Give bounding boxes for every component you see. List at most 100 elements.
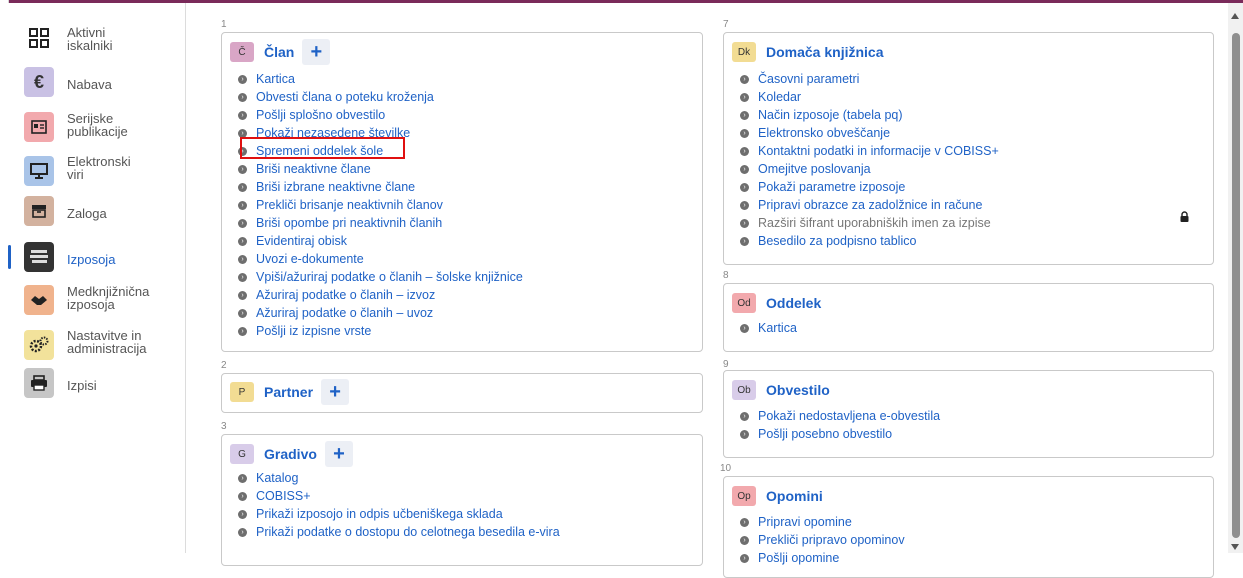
sidebar-item-medknjiznicna-izposoja[interactable]: Medknjižnična izposoja bbox=[8, 282, 184, 320]
menu-item[interactable]: › Kartica bbox=[238, 70, 523, 88]
sidebar-item-elektronski-viri[interactable]: Elektronski viri bbox=[8, 153, 184, 191]
chevron-circle-icon: › bbox=[238, 473, 247, 483]
menu-item[interactable]: › Briši izbrane neaktivne člane bbox=[238, 178, 523, 196]
chevron-circle-icon: › bbox=[740, 236, 749, 246]
menu-item[interactable]: › Pokaži nedostavljena e-obvestila bbox=[740, 407, 940, 425]
chevron-circle-icon: › bbox=[238, 110, 247, 120]
menu-item[interactable]: › Pošlji opomine bbox=[740, 549, 905, 567]
menu-item[interactable]: › Prikaži izposojo in odpis učbeniškega s… bbox=[238, 505, 560, 523]
card-header: G Gradivo + bbox=[230, 441, 353, 467]
menu-item-label: Razširi šifrant uporabniških imen za izp… bbox=[758, 216, 991, 230]
printer-icon bbox=[24, 368, 54, 398]
section-number: 8 bbox=[723, 270, 729, 281]
menu-item[interactable]: › Kartica bbox=[740, 319, 797, 337]
menu-item[interactable]: › Pošlji iz izpisne vrste bbox=[238, 322, 523, 340]
scroll-down-icon[interactable] bbox=[1231, 544, 1239, 550]
menu-item[interactable]: › Omejitve poslovanja bbox=[740, 160, 999, 178]
menu-item[interactable]: › Časovni parametri bbox=[740, 70, 999, 88]
menu-item-label: Prekliči pripravo opominov bbox=[758, 533, 905, 547]
add-clan-button[interactable]: + bbox=[302, 39, 331, 65]
vertical-scrollbar[interactable] bbox=[1228, 3, 1243, 553]
scroll-up-icon[interactable] bbox=[1231, 13, 1239, 19]
chevron-circle-icon: › bbox=[238, 290, 247, 300]
grid-icon bbox=[24, 23, 54, 53]
menu-item[interactable]: › Briši opombe pri neaktivnih članih bbox=[238, 214, 523, 232]
menu-item[interactable]: › COBISS+ bbox=[238, 487, 560, 505]
card-title-link[interactable]: Oddelek bbox=[766, 295, 821, 311]
section-number: 2 bbox=[221, 360, 227, 371]
menu-item-label: Pošlji posebno obvestilo bbox=[758, 427, 893, 441]
menu-item[interactable]: › Prekliči brisanje neaktivnih članov bbox=[238, 196, 523, 214]
menu-item[interactable]: › Razširi šifrant uporabniških imen za iz… bbox=[740, 214, 999, 232]
card-title-link[interactable]: Domača knjižnica bbox=[766, 44, 884, 60]
card-title-link[interactable]: Obvestilo bbox=[766, 382, 830, 398]
chevron-circle-icon: › bbox=[740, 146, 749, 156]
card-partner: P Partner + bbox=[221, 373, 703, 413]
card-items: › Časovni parametri › Koledar › Način izposoj… bbox=[740, 70, 999, 250]
sidebar-item-serijske-publikacije[interactable]: Serijske publikacije bbox=[8, 107, 184, 145]
scrollbar-thumb[interactable] bbox=[1232, 33, 1240, 538]
sidebar-item-zaloga[interactable]: Zaloga bbox=[8, 196, 184, 234]
menu-item[interactable]: › Katalog bbox=[238, 469, 560, 487]
menu-item[interactable]: › Pripravi opomine bbox=[740, 513, 905, 531]
menu-item-label: Besedilo za podpisno tablico bbox=[758, 234, 917, 248]
chevron-circle-icon: › bbox=[238, 164, 247, 174]
menu-item[interactable]: › Besedilo za podpisno tablico bbox=[740, 232, 999, 250]
menu-item[interactable]: › Uvozi e-dokumente bbox=[238, 250, 523, 268]
chevron-circle-icon: › bbox=[740, 200, 749, 210]
add-partner-button[interactable]: + bbox=[321, 379, 350, 405]
chevron-circle-icon: › bbox=[238, 254, 247, 264]
chevron-circle-icon: › bbox=[740, 323, 749, 333]
menu-item-label: Vpiši/ažuriraj podatke o članih – šolske… bbox=[256, 270, 523, 284]
menu-item[interactable]: › Način izposoje (tabela pq) bbox=[740, 106, 999, 124]
chevron-circle-icon: › bbox=[740, 110, 749, 120]
chevron-circle-icon: › bbox=[238, 527, 247, 537]
menu-item[interactable]: › Pripravi obrazce za zadolžnice in račun… bbox=[740, 196, 999, 214]
menu-item[interactable]: › Pokaži parametre izposoje bbox=[740, 178, 999, 196]
menu-item-label: Pokaži nedostavljena e-obvestila bbox=[758, 409, 941, 423]
menu-item-label: Pošlji iz izpisne vrste bbox=[256, 324, 372, 338]
chevron-circle-icon: › bbox=[238, 74, 247, 84]
sidebar-item-label: Nastavitve in administracija bbox=[67, 328, 147, 356]
card-title-link[interactable]: Član bbox=[264, 44, 294, 60]
sidebar-item-aktivni-iskalniki[interactable]: Aktivni iskalniki bbox=[8, 23, 184, 61]
menu-item[interactable]: › Pošlji posebno obvestilo bbox=[740, 425, 940, 443]
chevron-circle-icon: › bbox=[238, 272, 247, 282]
menu-item-label: Obvesti člana o poteku kroženja bbox=[256, 90, 434, 104]
sidebar: Aktivni iskalniki € Nabava Serijske publik… bbox=[8, 3, 186, 553]
menu-item[interactable]: › Ažuriraj podatke o članih – izvoz bbox=[238, 286, 523, 304]
card-title-link[interactable]: Gradivo bbox=[264, 446, 317, 462]
sidebar-item-nastavitve[interactable]: Nastavitve in administracija bbox=[8, 325, 184, 363]
card-badge: G bbox=[230, 444, 254, 464]
card-items: › Pripravi opomine › Prekliči pripravo opom… bbox=[740, 513, 905, 567]
add-gradivo-button[interactable]: + bbox=[324, 441, 353, 467]
sidebar-item-izpisi[interactable]: Izpisi bbox=[8, 368, 184, 406]
active-indicator bbox=[8, 245, 11, 269]
card-title-link[interactable]: Opomini bbox=[766, 488, 823, 504]
menu-item-label: Briši izbrane neaktivne člane bbox=[256, 180, 416, 194]
menu-item[interactable]: › Pošlji splošno obvestilo bbox=[238, 106, 523, 124]
menu-item[interactable]: › Elektronsko obveščanje bbox=[740, 124, 999, 142]
menu-item[interactable]: › Kontaktni podatki in informacije v COBI… bbox=[740, 142, 999, 160]
card-title-link[interactable]: Partner bbox=[264, 384, 313, 400]
menu-item[interactable]: › Prekliči pripravo opominov bbox=[740, 531, 905, 549]
chevron-circle-icon: › bbox=[740, 553, 749, 563]
sidebar-item-nabava[interactable]: € Nabava bbox=[8, 67, 184, 105]
menu-item-label: Omejitve poslovanja bbox=[758, 162, 871, 176]
section-number: 7 bbox=[723, 19, 729, 30]
card-items: › Pokaži nedostavljena e-obvestila › Pošlji… bbox=[740, 407, 940, 443]
sidebar-item-izposoja[interactable]: Izposoja bbox=[8, 239, 184, 277]
menu-item[interactable]: › Koledar bbox=[740, 88, 999, 106]
sidebar-item-label: Izposoja bbox=[67, 252, 116, 267]
sidebar-item-label: Serijske publikacije bbox=[67, 111, 128, 139]
menu-item[interactable]: › Vpiši/ažuriraj podatke o članih – šolsk… bbox=[238, 268, 523, 286]
chevron-circle-icon: › bbox=[740, 218, 749, 228]
menu-item[interactable]: › Obvesti člana o poteku kroženja bbox=[238, 88, 523, 106]
sidebar-item-label: Aktivni iskalniki bbox=[67, 25, 113, 53]
card-badge: Op bbox=[732, 486, 756, 506]
menu-item[interactable]: › Ažuriraj podatke o članih – uvoz bbox=[238, 304, 523, 322]
menu-item[interactable]: › Evidentiraj obisk bbox=[238, 232, 523, 250]
menu-item[interactable]: › Briši neaktivne člane bbox=[238, 160, 523, 178]
menu-item[interactable]: › Prikaži podatke o dostopu do celotnega … bbox=[238, 523, 560, 541]
menu-item-label: Ažuriraj podatke o članih – izvoz bbox=[256, 288, 436, 302]
